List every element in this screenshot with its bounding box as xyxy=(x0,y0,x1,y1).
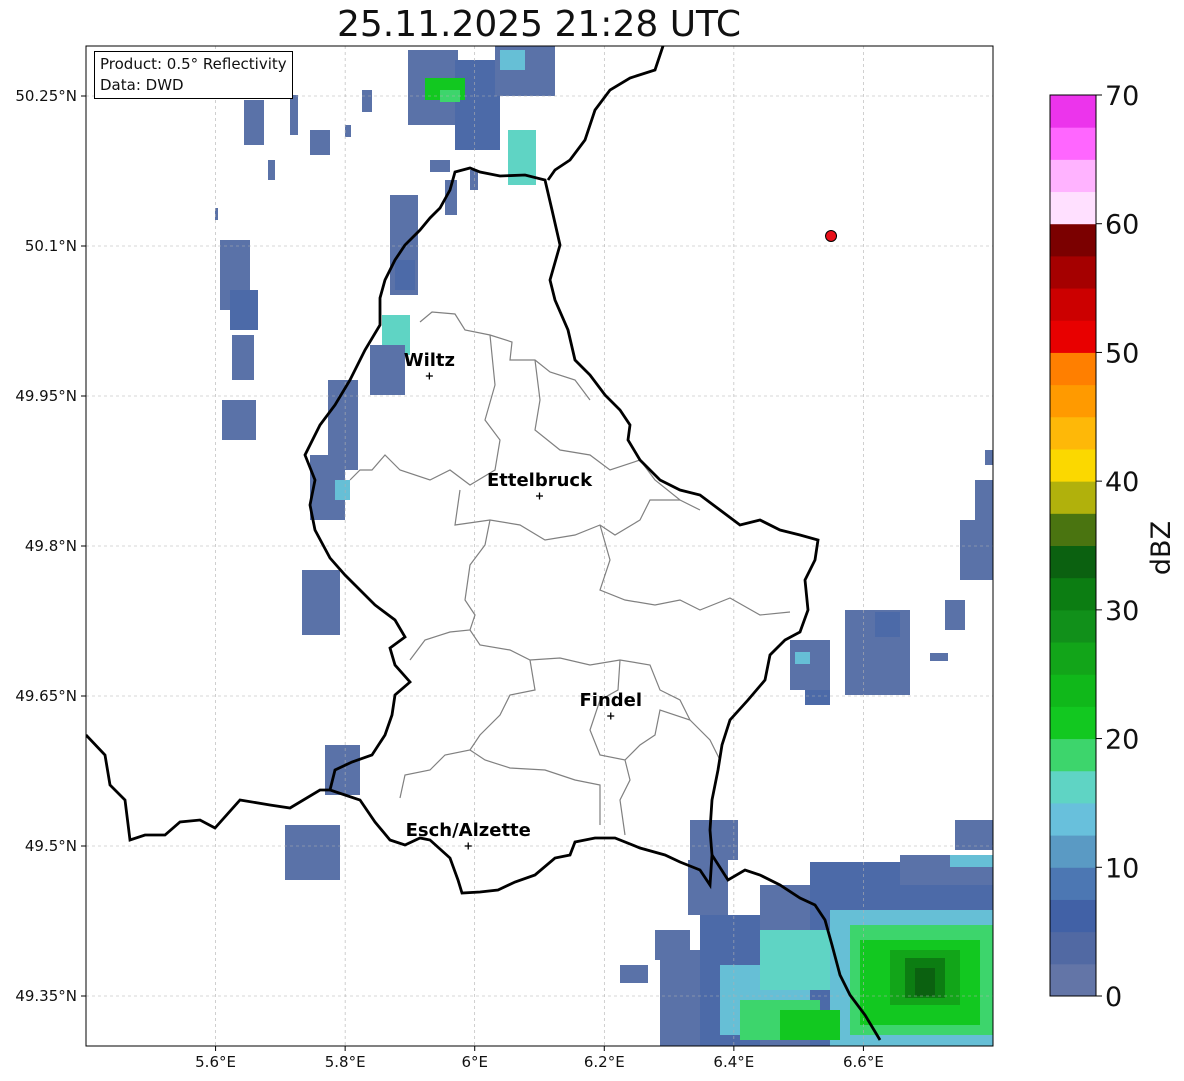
colorbar-segment xyxy=(1050,191,1096,225)
colorbar-segment xyxy=(1050,835,1096,868)
colorbar-segment xyxy=(1050,931,1096,965)
city-label: Wiltz xyxy=(404,350,455,371)
y-tick-label: 49.8°N xyxy=(25,537,77,555)
city-markers: Wiltz Ettelbruck Findel Esch/Alzette xyxy=(404,350,642,850)
colorbar-segment xyxy=(1050,802,1096,836)
location-marker xyxy=(825,230,838,242)
colorbar-segment xyxy=(1050,255,1096,289)
radar-map: 5.6°E 5.8°E 6°E 6.2°E 6.4°E 6.6°E 50.25°N 50.1°… xyxy=(15,45,1177,1071)
city-label: Esch/Alzette xyxy=(406,820,531,841)
y-tick-label: 49.35°N xyxy=(15,987,77,1005)
y-tick-label: 49.95°N xyxy=(15,387,77,405)
colorbar-tick-label: 50 xyxy=(1105,338,1139,369)
y-tick-label: 50.25°N xyxy=(15,87,77,105)
colorbar-segment xyxy=(1050,867,1096,900)
colorbar-tick-label: 20 xyxy=(1105,725,1139,756)
colorbar-segment xyxy=(1050,95,1096,128)
colorbar-segment xyxy=(1050,770,1096,804)
product-info-box: Product: 0.5° Reflectivity Data: DWD xyxy=(94,51,293,99)
colorbar-segment xyxy=(1050,481,1096,514)
colorbar-segment xyxy=(1050,223,1096,257)
colorbar-segment xyxy=(1050,288,1096,321)
x-tick-label: 6°E xyxy=(461,1053,488,1071)
colorbar-segment xyxy=(1050,513,1096,546)
city-label: Findel xyxy=(579,690,642,711)
colorbar-segment xyxy=(1050,448,1096,482)
x-tick-label: 6.6°E xyxy=(843,1053,884,1071)
y-tick-label: 50.1°N xyxy=(25,237,77,255)
colorbar-tick-label: 0 xyxy=(1105,982,1122,1013)
y-tick-label: 49.65°N xyxy=(15,687,77,705)
x-tick-label: 6.2°E xyxy=(584,1053,625,1071)
colorbar-segment xyxy=(1050,642,1096,675)
colorbar: 0 10 20 30 40 50 60 70 xyxy=(1049,81,1139,1013)
data-source-label: Data: DWD xyxy=(100,76,184,94)
city-label: Ettelbruck xyxy=(487,470,593,491)
colorbar-segment xyxy=(1050,609,1096,643)
colorbar-label: dBZ xyxy=(1146,521,1177,575)
colorbar-tick-label: 40 xyxy=(1105,467,1139,498)
colorbar-segment xyxy=(1050,545,1096,579)
colorbar-segment xyxy=(1050,416,1096,450)
colorbar-segment xyxy=(1050,127,1096,160)
canton-boundaries xyxy=(349,311,791,836)
x-tick-label: 5.8°E xyxy=(325,1053,366,1071)
x-tick-label: 5.6°E xyxy=(195,1053,236,1071)
colorbar-segment xyxy=(1050,706,1096,740)
colorbar-segment xyxy=(1050,384,1096,418)
colorbar-segment xyxy=(1050,963,1096,997)
y-tick-label: 49.5°N xyxy=(25,837,77,855)
colorbar-segment xyxy=(1050,159,1096,193)
x-tick-label: 6.4°E xyxy=(713,1053,754,1071)
colorbar-segment xyxy=(1050,674,1096,707)
colorbar-segment xyxy=(1050,320,1096,353)
colorbar-tick-label: 10 xyxy=(1105,853,1139,884)
product-label: Product: 0.5° Reflectivity xyxy=(100,55,287,73)
colorbar-tick-label: 70 xyxy=(1105,81,1139,112)
colorbar-tick-label: 60 xyxy=(1105,210,1139,241)
colorbar-tick-label: 30 xyxy=(1105,596,1139,627)
colorbar-segment xyxy=(1050,577,1096,611)
colorbar-segment xyxy=(1050,899,1096,933)
colorbar-segment xyxy=(1050,352,1096,386)
colorbar-segment xyxy=(1050,738,1096,772)
